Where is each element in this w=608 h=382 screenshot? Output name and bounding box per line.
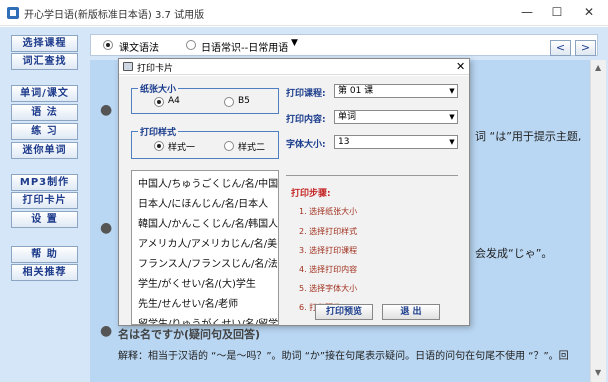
print-course-value: 第 01 课 bbox=[338, 86, 374, 96]
sidebar-item-mini-words[interactable]: 迷你单词 bbox=[11, 142, 78, 159]
paper-a4-radio[interactable] bbox=[154, 97, 164, 107]
daily-phrases-radio[interactable] bbox=[186, 40, 196, 50]
lesson-selector-bar: 课文语法 日语常识--日常用语 ▼ bbox=[90, 34, 598, 56]
paper-b5-label[interactable]: B5 bbox=[238, 96, 250, 106]
bullet-icon: ● bbox=[100, 220, 113, 236]
maximize-button[interactable]: ☐ bbox=[544, 3, 570, 21]
content-fragment: 词 “は”用于提示主题, bbox=[475, 130, 582, 143]
step-item: 5. 选择字体大小 bbox=[299, 284, 358, 293]
print-content-select[interactable]: 单词 ▼ bbox=[334, 110, 458, 124]
print-card-dialog: 打印卡片 ✕ 纸张大小 A4 B5 打印样式 样式一 样式二 中国人/ちゅうごく… bbox=[118, 58, 470, 326]
font-size-label: 字体大小: bbox=[286, 140, 326, 150]
content-heading: 名は名ですか(疑问句及回答) bbox=[118, 328, 261, 341]
bullet-icon: ● bbox=[100, 323, 113, 339]
sidebar-item-print-cards[interactable]: 打印卡片 bbox=[11, 192, 78, 209]
steps-title: 打印步骤: bbox=[291, 189, 331, 199]
sidebar: 选择课程 词汇查找 单词/课文 语 法 练 习 迷你单词 MP3制作 打印卡片 … bbox=[0, 27, 84, 382]
list-item[interactable]: 学生/がくせい/名/(大)学生 bbox=[138, 275, 256, 290]
next-button[interactable]: > bbox=[575, 40, 596, 56]
list-item[interactable]: 留学生/りゅうがくせい/名/留学 bbox=[138, 315, 278, 324]
scroll-up-icon[interactable]: ▲ bbox=[595, 63, 601, 72]
divider bbox=[286, 175, 458, 176]
paper-b5-radio[interactable] bbox=[224, 97, 234, 107]
list-item[interactable]: 先生/せんせい/名/老师 bbox=[138, 295, 238, 310]
style-two-radio[interactable] bbox=[224, 141, 234, 151]
chevron-down-icon[interactable]: ▼ bbox=[447, 85, 457, 97]
print-preview-button[interactable]: 打印预览 bbox=[315, 304, 373, 320]
step-item: 3. 选择打印课程 bbox=[299, 246, 358, 255]
print-course-select[interactable]: 第 01 课 ▼ bbox=[334, 84, 458, 98]
sidebar-item-words-text[interactable]: 单词/课文 bbox=[11, 85, 78, 102]
minimize-button[interactable]: — bbox=[514, 3, 540, 21]
dialog-close-button[interactable]: ✕ bbox=[456, 60, 465, 73]
list-item[interactable]: 中国人/ちゅうごくじん/名/中国 bbox=[138, 175, 278, 190]
text-grammar-label[interactable]: 课文语法 bbox=[119, 39, 159, 54]
style-one-radio[interactable] bbox=[154, 141, 164, 151]
sidebar-item-mp3[interactable]: MP3制作 bbox=[11, 174, 78, 191]
list-item[interactable]: フランス人/フランスじん/名/法国 bbox=[138, 255, 278, 270]
font-size-select[interactable]: 13 ▼ bbox=[334, 135, 458, 149]
prev-button[interactable]: < bbox=[550, 40, 571, 56]
step-item: 4. 选择打印内容 bbox=[299, 265, 358, 274]
print-content-value: 单词 bbox=[338, 112, 357, 122]
sidebar-item-select-course[interactable]: 选择课程 bbox=[11, 35, 78, 52]
paper-size-group: 纸张大小 A4 B5 bbox=[131, 82, 279, 114]
print-style-legend: 打印样式 bbox=[138, 125, 179, 138]
sidebar-item-settings[interactable]: 设 置 bbox=[11, 211, 78, 228]
content-fragment: 会发成“じゃ”。 bbox=[475, 247, 553, 260]
card-preview-list[interactable]: 中国人/ちゅうごくじん/名/中国 日本人/にほんじん/名/日本人 韓国人/かんこ… bbox=[131, 170, 279, 325]
app-icon bbox=[7, 7, 19, 19]
paper-a4-label[interactable]: A4 bbox=[168, 96, 180, 106]
font-size-value: 13 bbox=[338, 137, 350, 147]
text-grammar-radio[interactable] bbox=[103, 40, 113, 50]
dialog-titlebar: 打印卡片 ✕ bbox=[119, 59, 469, 75]
content-scrollbar[interactable]: ▲ ▼ bbox=[590, 60, 606, 382]
list-item[interactable]: 日本人/にほんじん/名/日本人 bbox=[138, 195, 268, 210]
exit-button[interactable]: 退 出 bbox=[382, 304, 440, 320]
content-line: 解释：相当于汉语的 “～是～吗？”。助词 “か”接在句尾表示疑问。日语的问句在句… bbox=[118, 351, 569, 362]
daily-phrases-label[interactable]: 日语常识--日常用语 bbox=[201, 39, 288, 54]
chevron-down-icon[interactable]: ▼ bbox=[447, 136, 457, 148]
print-style-group: 打印样式 样式一 样式二 bbox=[131, 125, 279, 159]
sidebar-item-word-lookup[interactable]: 词汇查找 bbox=[11, 53, 78, 70]
sidebar-item-help[interactable]: 帮 助 bbox=[11, 246, 78, 263]
window-title: 开心学日语(新版标准日本语) 3.7 试用版 bbox=[24, 10, 205, 21]
paper-size-legend: 纸张大小 bbox=[138, 82, 179, 95]
sidebar-item-practice[interactable]: 练 习 bbox=[11, 123, 78, 140]
list-item[interactable]: 韓国人/かんこくじん/名/韩国人 bbox=[138, 215, 278, 230]
bullet-icon: ● bbox=[100, 102, 113, 118]
dialog-body: 纸张大小 A4 B5 打印样式 样式一 样式二 中国人/ちゅうごくじん/名/中国… bbox=[119, 76, 469, 325]
scroll-down-icon[interactable]: ▼ bbox=[595, 368, 601, 377]
print-course-label: 打印课程: bbox=[286, 89, 326, 99]
style-two-label[interactable]: 样式二 bbox=[238, 140, 265, 153]
dialog-title: 打印卡片 bbox=[137, 64, 174, 74]
list-item[interactable]: アメリカ人/アメリカじん/名/美国 bbox=[138, 235, 278, 250]
sidebar-item-grammar[interactable]: 语 法 bbox=[11, 104, 78, 121]
step-item: 1. 选择纸张大小 bbox=[299, 207, 358, 216]
print-content-label: 打印内容: bbox=[286, 115, 326, 125]
chevron-down-icon[interactable]: ▼ bbox=[447, 111, 457, 123]
chevron-down-icon[interactable]: ▼ bbox=[291, 38, 298, 48]
window-titlebar: 开心学日语(新版标准日本语) 3.7 试用版 — ☐ ✕ bbox=[0, 0, 608, 26]
sidebar-item-recommend[interactable]: 相关推荐 bbox=[11, 264, 78, 281]
style-one-label[interactable]: 样式一 bbox=[168, 140, 195, 153]
close-button[interactable]: ✕ bbox=[576, 3, 602, 21]
printer-icon bbox=[123, 62, 133, 71]
step-item: 2. 选择打印样式 bbox=[299, 227, 358, 236]
